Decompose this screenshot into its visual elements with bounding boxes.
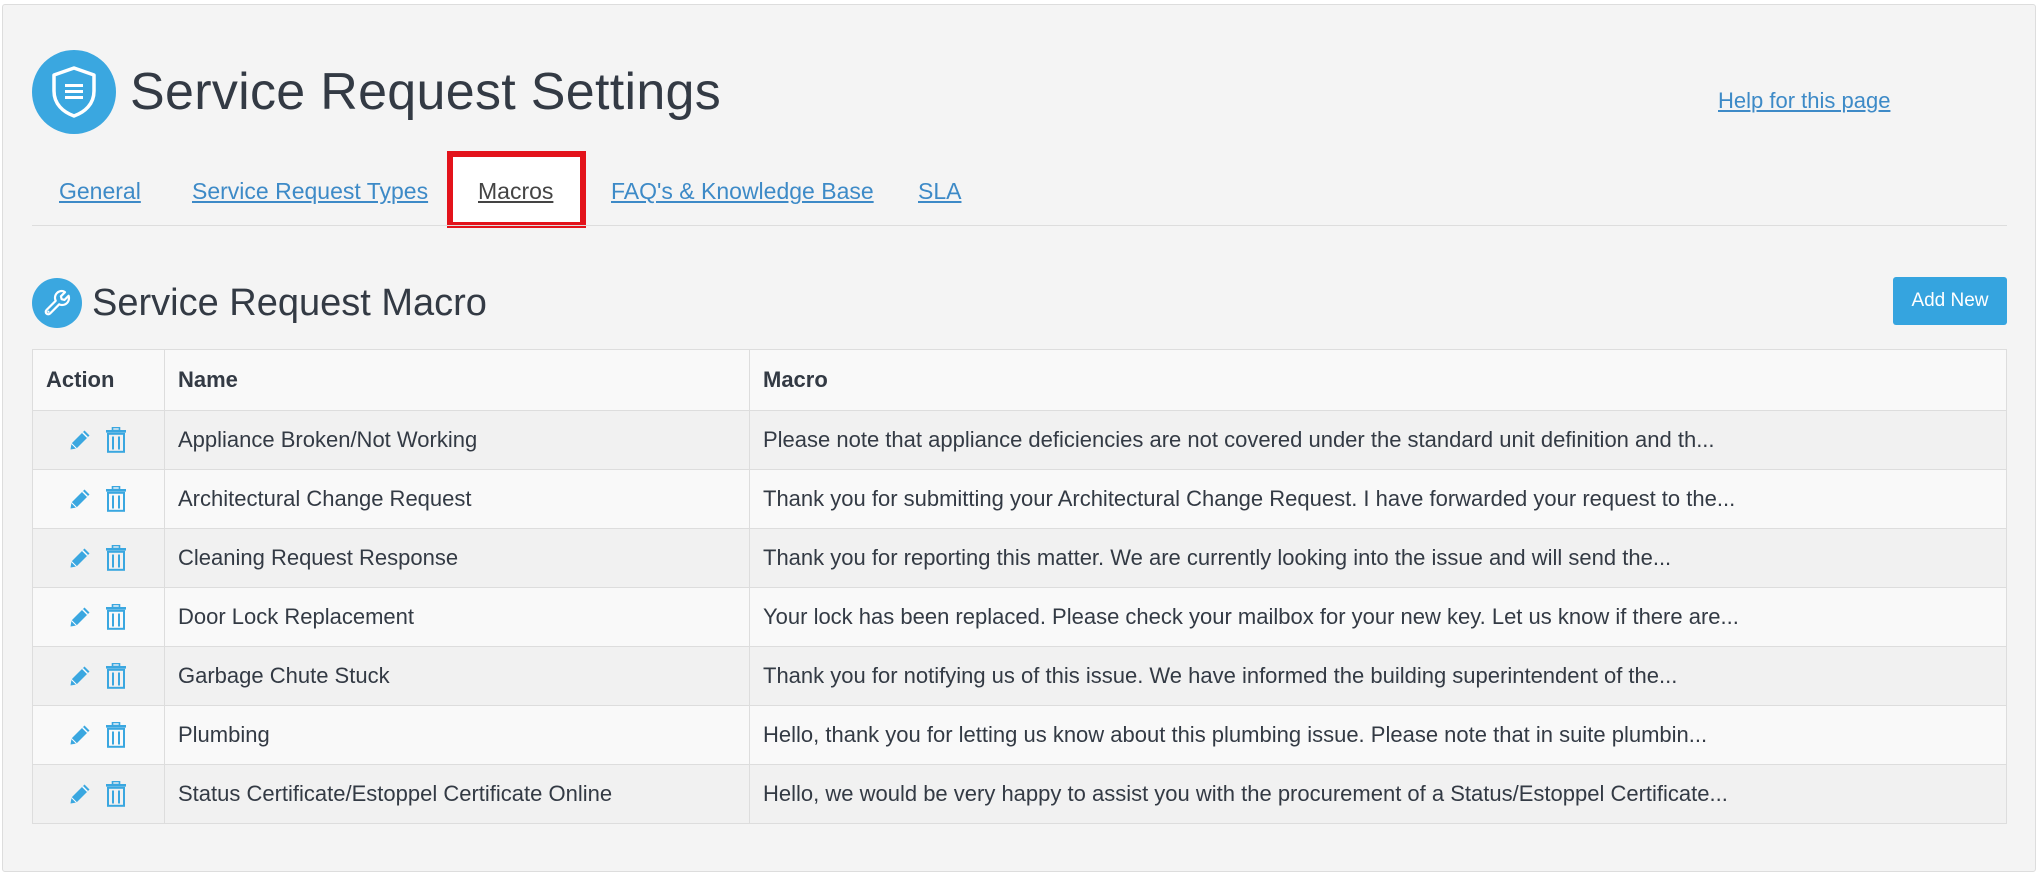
- section-title: Service Request Macro: [92, 281, 487, 324]
- action-cell: [32, 528, 165, 588]
- action-cell: [32, 410, 165, 470]
- help-link[interactable]: Help for this page: [1718, 88, 1890, 114]
- action-cell: [32, 705, 165, 765]
- macro-name-cell: Plumbing: [164, 705, 750, 765]
- macro-text-cell: Thank you for notifying us of this issue…: [749, 646, 2007, 706]
- settings-tabs: General Service Request Types Macros FAQ…: [32, 150, 2007, 226]
- macro-name-cell: Architectural Change Request: [164, 469, 750, 529]
- wrench-icon: [32, 278, 82, 328]
- macro-text-cell: Hello, we would be very happy to assist …: [749, 764, 2007, 824]
- edit-pencil-icon[interactable]: [68, 722, 92, 748]
- section-header: Service Request Macro: [32, 277, 487, 329]
- delete-trash-icon[interactable]: [104, 781, 128, 807]
- macro-text-cell: Hello, thank you for letting us know abo…: [749, 705, 2007, 765]
- macro-text-cell: Thank you for reporting this matter. We …: [749, 528, 2007, 588]
- delete-trash-icon[interactable]: [104, 545, 128, 571]
- action-cell: [32, 646, 165, 706]
- table-row: Status Certificate/Estoppel Certificate …: [32, 764, 2007, 824]
- action-cell: [32, 469, 165, 529]
- table-row: Architectural Change Request Thank you f…: [32, 469, 2007, 529]
- table-row: Appliance Broken/Not Working Please note…: [32, 410, 2007, 470]
- delete-trash-icon[interactable]: [104, 604, 128, 630]
- tab-service-request-types[interactable]: Service Request Types: [192, 178, 428, 205]
- table-row: Plumbing Hello, thank you for letting us…: [32, 705, 2007, 765]
- shield-icon: [32, 50, 116, 134]
- page-header: Service Request Settings: [32, 50, 721, 134]
- action-cell: [32, 587, 165, 647]
- tab-sla[interactable]: SLA: [918, 178, 961, 205]
- delete-trash-icon[interactable]: [104, 663, 128, 689]
- column-header-name: Name: [164, 349, 750, 411]
- delete-trash-icon[interactable]: [104, 722, 128, 748]
- tab-faqs-knowledge-base[interactable]: FAQ's & Knowledge Base: [611, 178, 874, 205]
- edit-pencil-icon[interactable]: [68, 486, 92, 512]
- macro-text-cell: Thank you for submitting your Architectu…: [749, 469, 2007, 529]
- tab-general[interactable]: General: [59, 178, 141, 205]
- edit-pencil-icon[interactable]: [68, 781, 92, 807]
- macro-name-cell: Cleaning Request Response: [164, 528, 750, 588]
- macro-name-cell: Door Lock Replacement: [164, 587, 750, 647]
- add-new-button[interactable]: Add New: [1893, 277, 2007, 325]
- macro-name-cell: Garbage Chute Stuck: [164, 646, 750, 706]
- column-header-action: Action: [32, 349, 165, 411]
- edit-pencil-icon[interactable]: [68, 427, 92, 453]
- table-row: Door Lock Replacement Your lock has been…: [32, 587, 2007, 647]
- column-header-macro: Macro: [749, 349, 2007, 411]
- macro-name-cell: Appliance Broken/Not Working: [164, 410, 750, 470]
- tab-macros[interactable]: Macros: [478, 178, 553, 205]
- table-row: Garbage Chute Stuck Thank you for notify…: [32, 646, 2007, 706]
- macro-text-cell: Please note that appliance deficiencies …: [749, 410, 2007, 470]
- edit-pencil-icon[interactable]: [68, 604, 92, 630]
- delete-trash-icon[interactable]: [104, 427, 128, 453]
- delete-trash-icon[interactable]: [104, 486, 128, 512]
- edit-pencil-icon[interactable]: [68, 663, 92, 689]
- macros-table: Action Name Macro Appliance Broken/Not W…: [32, 349, 2007, 824]
- action-cell: [32, 764, 165, 824]
- edit-pencil-icon[interactable]: [68, 545, 92, 571]
- macro-name-cell: Status Certificate/Estoppel Certificate …: [164, 764, 750, 824]
- table-row: Cleaning Request Response Thank you for …: [32, 528, 2007, 588]
- table-header-row: Action Name Macro: [32, 349, 2007, 411]
- macro-text-cell: Your lock has been replaced. Please chec…: [749, 587, 2007, 647]
- page-title: Service Request Settings: [130, 63, 722, 121]
